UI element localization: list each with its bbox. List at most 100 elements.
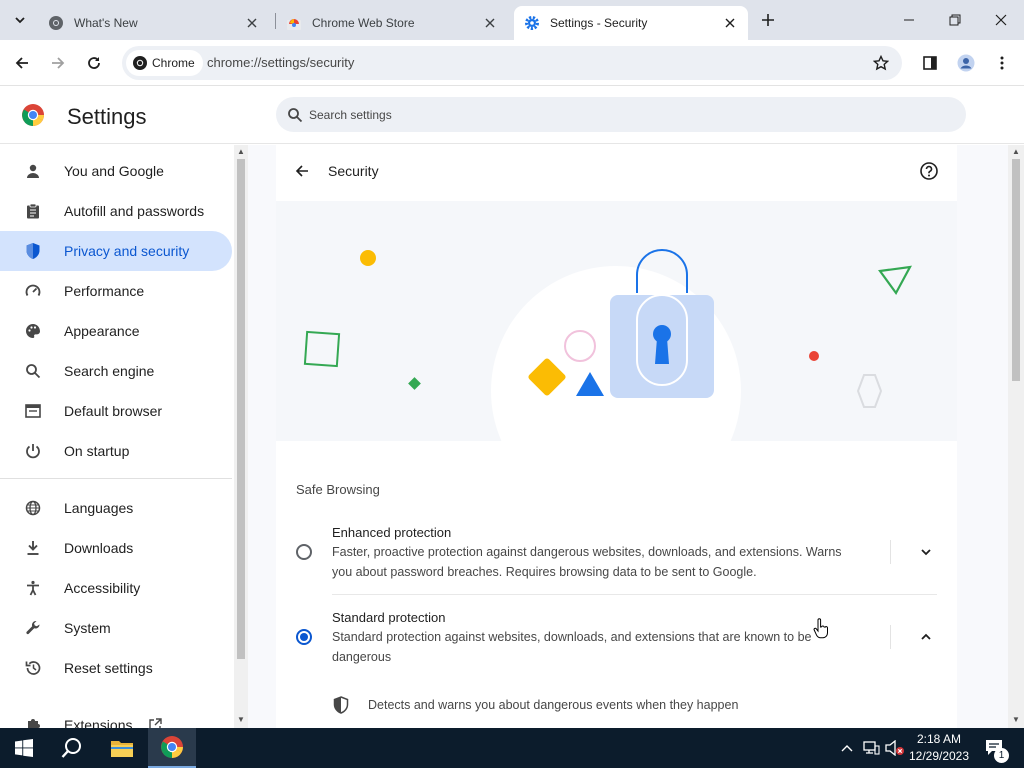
start-button[interactable] bbox=[0, 728, 48, 768]
sidebar-item-privacy[interactable]: Privacy and security bbox=[0, 231, 232, 271]
collapse-standard-button[interactable] bbox=[914, 625, 938, 649]
sidebar-item-accessibility[interactable]: Accessibility bbox=[0, 568, 232, 608]
back-button[interactable] bbox=[8, 49, 36, 77]
sidebar-item-label: You and Google bbox=[64, 163, 164, 179]
expand-enhanced-button[interactable] bbox=[914, 540, 938, 564]
side-panel-icon bbox=[923, 56, 937, 70]
minimize-icon bbox=[904, 19, 914, 21]
chevron-up-icon bbox=[841, 745, 853, 752]
tab-whats-new[interactable]: What's New bbox=[38, 6, 270, 40]
sidebar-divider bbox=[0, 478, 232, 479]
standard-protection-radio[interactable] bbox=[296, 629, 312, 645]
restore-button[interactable] bbox=[932, 0, 978, 40]
network-icon bbox=[863, 741, 880, 755]
sidebar-item-downloads[interactable]: Downloads bbox=[0, 528, 232, 568]
sidebar-item-on-startup[interactable]: On startup bbox=[0, 431, 232, 471]
site-chip-label: Chrome bbox=[152, 56, 195, 70]
main-scrollbar[interactable]: ▲ ▼ bbox=[1008, 145, 1024, 728]
reload-button[interactable] bbox=[80, 49, 108, 77]
tab-settings-security[interactable]: Settings - Security bbox=[514, 6, 748, 40]
tab-title: Chrome Web Store bbox=[312, 16, 415, 30]
sidebar-item-label: Default browser bbox=[64, 403, 163, 419]
arrow-left-icon bbox=[295, 165, 308, 177]
browser-window-icon bbox=[24, 402, 42, 420]
new-tab-button[interactable] bbox=[756, 8, 780, 32]
help-button[interactable] bbox=[919, 161, 939, 181]
sidebar-item-autofill[interactable]: Autofill and passwords bbox=[0, 191, 232, 231]
chrome-favicon-icon bbox=[48, 15, 64, 31]
sidebar-item-you-and-google[interactable]: You and Google bbox=[0, 151, 232, 191]
profile-button[interactable] bbox=[952, 49, 980, 77]
url-text[interactable]: chrome://settings/security bbox=[207, 55, 354, 70]
chevron-down-icon bbox=[15, 17, 25, 24]
side-panel-button[interactable] bbox=[916, 49, 944, 77]
standard-protection-option[interactable]: Standard protection Standard protection … bbox=[276, 608, 957, 670]
forward-button[interactable] bbox=[44, 49, 72, 77]
accessibility-icon bbox=[24, 579, 42, 597]
enhanced-protection-radio[interactable] bbox=[296, 544, 312, 560]
sidebar-item-extensions[interactable]: Extensions bbox=[0, 705, 232, 728]
hand-cursor-icon bbox=[813, 618, 828, 639]
sidebar-item-label: Languages bbox=[64, 500, 134, 516]
sidebar-item-search-engine[interactable]: Search engine bbox=[0, 351, 232, 391]
taskbar-search-button[interactable] bbox=[48, 728, 96, 768]
back-to-privacy-button[interactable] bbox=[292, 161, 312, 181]
volume-tray-icon[interactable] bbox=[884, 728, 906, 768]
section-page-title: Security bbox=[328, 163, 379, 179]
sidebar-item-label: Performance bbox=[64, 283, 145, 299]
option-description-line: you about password breaches. Requires br… bbox=[332, 565, 757, 579]
settings-search[interactable] bbox=[276, 97, 966, 132]
safe-browsing-heading: Safe Browsing bbox=[296, 482, 380, 497]
sidebar-item-label: Reset settings bbox=[64, 660, 153, 676]
sidebar-item-label: Accessibility bbox=[64, 580, 141, 596]
scroll-down-arrow-icon[interactable]: ▼ bbox=[237, 716, 245, 724]
option-divider bbox=[890, 625, 891, 649]
shield-icon bbox=[333, 696, 349, 714]
close-window-button[interactable] bbox=[978, 0, 1024, 40]
plus-icon bbox=[762, 14, 774, 26]
taskbar-chrome[interactable] bbox=[148, 728, 196, 768]
scroll-up-arrow-icon[interactable]: ▲ bbox=[237, 148, 245, 156]
sidebar-item-languages[interactable]: Languages bbox=[0, 488, 232, 528]
sidebar-item-appearance[interactable]: Appearance bbox=[0, 311, 232, 351]
sidebar-item-label: Privacy and security bbox=[64, 243, 190, 259]
taskbar-clock[interactable]: 2:18 AM 12/29/2023 bbox=[906, 731, 972, 765]
address-bar[interactable]: Chrome chrome://settings/security bbox=[122, 46, 902, 80]
detects-dangerous-events-item: Detects and warns you about dangerous ev… bbox=[332, 695, 932, 715]
enhanced-protection-option[interactable]: Enhanced protection Faster, proactive pr… bbox=[276, 523, 957, 585]
close-icon[interactable] bbox=[244, 15, 260, 31]
sidebar-item-reset-settings[interactable]: Reset settings bbox=[0, 648, 232, 688]
shield-icon bbox=[24, 242, 42, 260]
scrollbar-thumb[interactable] bbox=[1012, 159, 1020, 381]
tab-chrome-web-store[interactable]: Chrome Web Store bbox=[276, 6, 508, 40]
option-description: Faster, proactive protection against dan… bbox=[332, 542, 887, 582]
notification-center-button[interactable]: 1 bbox=[978, 728, 1012, 768]
tab-title: Settings - Security bbox=[550, 16, 648, 30]
search-input[interactable] bbox=[309, 107, 909, 122]
scroll-down-arrow-icon[interactable]: ▼ bbox=[1012, 716, 1020, 724]
search-icon bbox=[24, 362, 42, 380]
tab-search-button[interactable] bbox=[6, 6, 34, 34]
search-icon bbox=[288, 107, 303, 122]
sidebar-item-performance[interactable]: Performance bbox=[0, 271, 232, 311]
help-icon bbox=[920, 162, 938, 180]
network-tray-icon[interactable] bbox=[860, 728, 882, 768]
site-info-chip[interactable]: Chrome bbox=[126, 50, 203, 76]
show-hidden-icons-button[interactable] bbox=[838, 728, 856, 768]
close-icon[interactable] bbox=[482, 15, 498, 31]
sidebar-item-default-browser[interactable]: Default browser bbox=[0, 391, 232, 431]
settings-header: Settings bbox=[0, 87, 1024, 144]
scroll-up-arrow-icon[interactable]: ▲ bbox=[1012, 148, 1020, 156]
scrollbar-thumb[interactable] bbox=[237, 159, 245, 659]
sidebar-scrollbar[interactable]: ▲ ▼ bbox=[234, 145, 248, 728]
bookmark-button[interactable] bbox=[870, 52, 892, 74]
security-card: Security Safe Browsing Enhanced protecti… bbox=[276, 145, 957, 728]
minimize-button[interactable] bbox=[886, 0, 932, 40]
menu-button[interactable] bbox=[988, 49, 1016, 77]
chevron-up-icon bbox=[921, 633, 931, 640]
close-icon[interactable] bbox=[722, 15, 738, 31]
taskbar-file-explorer[interactable] bbox=[98, 728, 146, 768]
more-vert-icon bbox=[1000, 56, 1004, 70]
option-description-line: Faster, proactive protection against dan… bbox=[332, 545, 842, 559]
sidebar-item-system[interactable]: System bbox=[0, 608, 232, 648]
